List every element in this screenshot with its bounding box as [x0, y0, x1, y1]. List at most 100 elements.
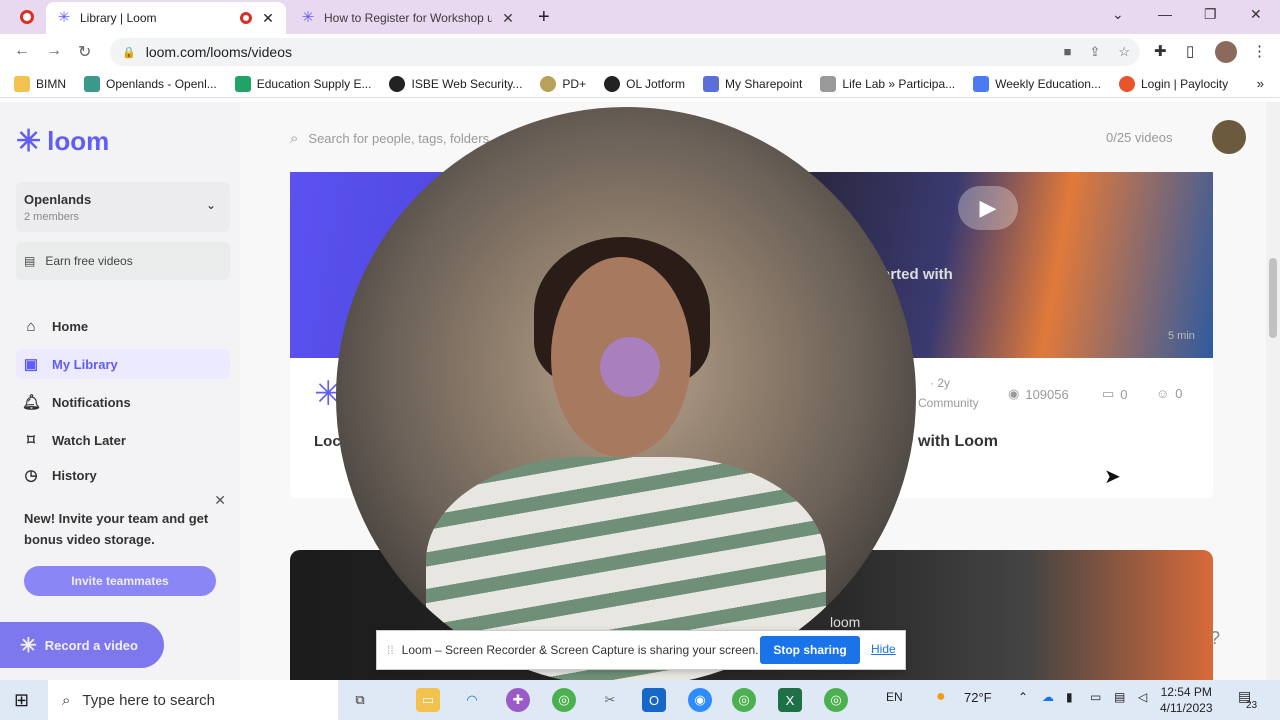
video-title[interactable]: with Loom: [918, 433, 998, 451]
sidebar-item-history[interactable]: ◷ History: [16, 463, 230, 487]
openlands-icon: [84, 75, 100, 92]
camera-bubble[interactable]: [336, 107, 916, 687]
sidebar-item-label: Watch Later: [52, 432, 126, 448]
address-bar[interactable]: 🔒 loom.com/looms/videos ■ ⇪ ☆: [110, 38, 1140, 66]
tab-title: Library | Loom: [80, 11, 157, 25]
battery-icon[interactable]: ▭: [1090, 690, 1101, 704]
bookmarks-overflow-icon[interactable]: »: [1257, 76, 1264, 91]
bookmark-item[interactable]: ISBE Web Security...: [389, 75, 523, 92]
bookmark-item[interactable]: Login | Paylocity: [1118, 75, 1228, 92]
invite-teammates-button[interactable]: Invite teammates: [24, 566, 216, 596]
bookmark-item[interactable]: Education Supply E...: [234, 75, 372, 92]
bookmark-item[interactable]: BIMN: [14, 75, 66, 92]
earn-label: Earn free videos: [45, 254, 133, 268]
file-explorer-icon[interactable]: ▭: [416, 688, 440, 712]
loom-favicon-icon: ✳: [57, 9, 71, 26]
logo-text: loom: [47, 126, 110, 156]
sidebar-item-home[interactable]: ⌂ Home: [16, 311, 230, 341]
lock-icon: 🔒: [122, 46, 136, 59]
search-input[interactable]: Search for people, tags, folders...: [308, 131, 500, 146]
excel-icon[interactable]: X: [778, 688, 802, 712]
workspace-switcher[interactable]: Openlands 2 members ⌄: [16, 182, 230, 232]
earn-free-videos[interactable]: ▤ Earn free videos: [16, 242, 230, 280]
bookmark-star-icon[interactable]: ☆: [1118, 44, 1130, 60]
bookmark-item[interactable]: OL Jotform: [604, 75, 685, 92]
record-label: Record a video: [44, 637, 138, 653]
loom-favicon-icon: ✳: [301, 9, 315, 26]
loom-star-icon: ✳: [16, 125, 42, 158]
video-title-fragment[interactable]: Loc: [314, 433, 341, 450]
bookmark-label: ISBE Web Security...: [411, 76, 523, 91]
onedrive-icon[interactable]: ☁: [1042, 690, 1054, 704]
tab-library-loom[interactable]: ✳ Library | Loom ✕: [46, 2, 286, 34]
bookmark-item[interactable]: Weekly Education...: [973, 75, 1101, 92]
reactions-count: 0: [1175, 386, 1183, 401]
back-icon[interactable]: ←: [14, 42, 30, 60]
bookmark-icon: ⌑: [27, 432, 35, 449]
taskbar-search-input[interactable]: Type here to search: [82, 692, 215, 709]
bookmark-label: Education Supply E...: [256, 76, 372, 91]
network-icon[interactable]: ▤: [1114, 690, 1125, 704]
sidebar-item-my-library[interactable]: ▣ My Library: [16, 349, 230, 379]
chrome-icon[interactable]: ◎: [824, 688, 848, 712]
record-video-button[interactable]: ✳ Record a video: [0, 622, 164, 668]
user-avatar[interactable]: [1212, 120, 1246, 154]
drag-handle-icon[interactable]: ⁞⁞: [387, 643, 394, 657]
bookmark-item[interactable]: Life Lab » Participa...: [820, 75, 955, 92]
menu-icon[interactable]: ⋮: [1252, 42, 1267, 60]
plus-icon: [234, 75, 251, 92]
snipping-tool-icon[interactable]: ✂: [598, 688, 622, 712]
close-window-button[interactable]: ✕: [1250, 6, 1262, 23]
camera-icon[interactable]: ■: [1064, 44, 1072, 60]
forward-icon[interactable]: →: [46, 42, 62, 60]
bookmark-item[interactable]: PD+: [540, 75, 586, 92]
stop-sharing-button[interactable]: Stop sharing: [760, 636, 860, 664]
system-clock[interactable]: 12:54 PM 4/11/2023: [1160, 684, 1213, 716]
tab-register-workshop[interactable]: ✳ How to Register for Workshop us ✕: [290, 2, 526, 34]
language-indicator[interactable]: EN: [886, 690, 903, 704]
bookmark-label: BIMN: [36, 76, 66, 91]
eye-icon: ◉: [1008, 386, 1020, 401]
task-view-icon[interactable]: ⧉: [348, 688, 372, 712]
windows-start-icon[interactable]: ⊞: [14, 690, 29, 711]
sidebar-item-watch-later[interactable]: ⌑ Watch Later: [16, 425, 230, 455]
bookmark-item[interactable]: Openlands - Openl...: [84, 75, 217, 92]
chrome-icon[interactable]: ◎: [732, 688, 756, 712]
outlook-icon[interactable]: O: [642, 688, 666, 712]
scrollbar-thumb[interactable]: [1269, 258, 1277, 338]
hide-link[interactable]: Hide: [871, 642, 896, 656]
reload-icon[interactable]: ↻: [78, 42, 91, 62]
thumbnail-text: arted with: [882, 266, 953, 283]
zoom-icon[interactable]: ◉: [688, 688, 712, 712]
restore-button[interactable]: ❐: [1204, 6, 1217, 23]
wifi-app-icon[interactable]: ◠: [460, 688, 484, 712]
share-icon[interactable]: ⇪: [1089, 44, 1100, 60]
microphone-icon[interactable]: ▮: [1066, 690, 1073, 704]
extensions-icon[interactable]: ✚: [1154, 42, 1167, 60]
play-icon[interactable]: ▶: [958, 186, 1018, 230]
search-icon: ⌕: [62, 691, 71, 709]
bookmark-item[interactable]: My Sharepoint: [703, 75, 802, 92]
close-icon[interactable]: ✕: [214, 492, 226, 509]
help-icon[interactable]: ?: [1210, 628, 1220, 649]
volume-icon[interactable]: ◁: [1138, 690, 1147, 704]
sidebar-item-notifications[interactable]: 🔔︎ Notifications: [16, 387, 230, 417]
page-scrollbar[interactable]: [1266, 102, 1280, 680]
taskbar-search[interactable]: ⌕ Type here to search: [48, 680, 338, 720]
tab-search-icon[interactable]: ⌄: [1112, 6, 1124, 23]
weather-temp[interactable]: 72°F: [964, 690, 992, 705]
globe-icon: [604, 75, 621, 92]
close-tab-icon[interactable]: ✕: [260, 10, 276, 27]
loom-logo[interactable]: ✳ loom: [16, 124, 109, 159]
sidebar-item-label: Home: [52, 318, 89, 334]
profile-avatar[interactable]: [1215, 41, 1237, 63]
minimize-button[interactable]: —: [1158, 6, 1172, 22]
chevron-up-icon[interactable]: ⌃: [1018, 690, 1028, 704]
new-tab-button[interactable]: +: [538, 6, 550, 29]
tab-title: How to Register for Workshop us: [324, 11, 492, 25]
slack-icon[interactable]: ✚: [506, 688, 530, 712]
side-panel-icon[interactable]: ▯: [1186, 42, 1194, 60]
chrome-icon[interactable]: ◎: [552, 688, 576, 712]
close-tab-icon[interactable]: ✕: [500, 10, 516, 27]
clock-time: 12:54 PM: [1160, 685, 1212, 699]
